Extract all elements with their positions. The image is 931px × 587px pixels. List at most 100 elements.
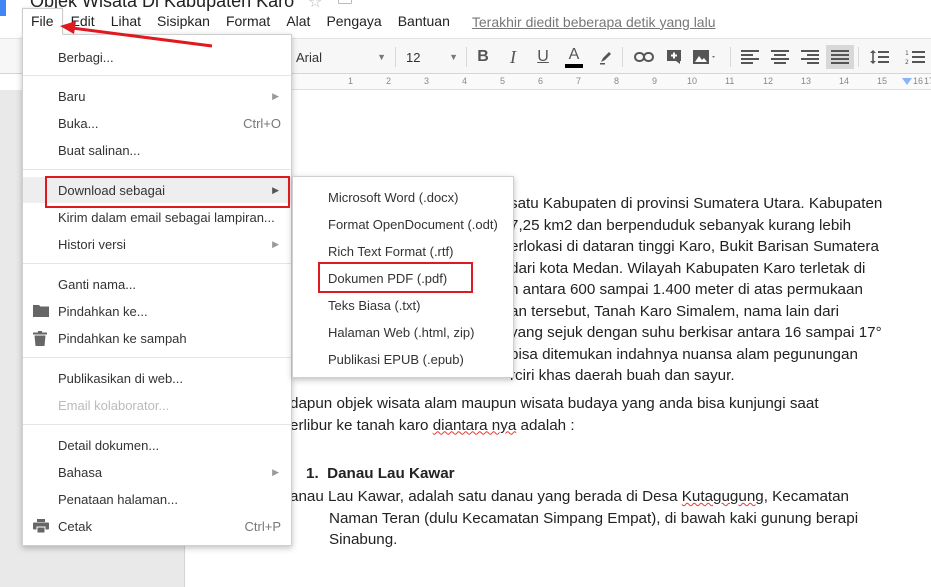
underline-button[interactable]: U — [534, 39, 552, 75]
menu-item-language[interactable]: Bahasa ▶ — [23, 459, 291, 485]
menu-item-move-to[interactable]: Pindahkan ke... — [23, 298, 291, 324]
menu-tools[interactable]: Alat — [278, 9, 318, 34]
font-size-value: 12 — [406, 49, 421, 65]
ruler-tick: 16 — [913, 76, 924, 86]
menu-item-doc-details[interactable]: Detail dokumen... — [23, 432, 291, 458]
bold-button[interactable]: B — [474, 39, 492, 75]
body-paragraph-2[interactable]: dapun objek wisata alam maupun wisata bu… — [290, 393, 906, 436]
link-icon[interactable] — [634, 39, 654, 75]
menu-item-page-setup[interactable]: Penataan halaman... — [23, 486, 291, 512]
menu-edit[interactable]: Edit — [63, 9, 103, 34]
menu-item-label: Buka... — [58, 115, 99, 131]
section-heading[interactable]: 1. Danau Lau Kawar — [306, 465, 455, 482]
menu-help[interactable]: Bantuan — [390, 9, 458, 34]
menu-item-label: Email kolaborator... — [58, 397, 170, 413]
align-justify-icon[interactable] — [826, 45, 854, 69]
menu-item-label: Cetak — [58, 518, 92, 534]
ruler-tick: 12 — [763, 76, 774, 86]
align-center-icon[interactable] — [771, 50, 789, 64]
ruler-tick: 3 — [424, 76, 430, 86]
ruler-tick: 13 — [801, 76, 812, 86]
docs-logo[interactable] — [0, 0, 6, 16]
font-size-select[interactable]: 12 ▼ — [406, 39, 458, 75]
menu-item-email-collaborators: Email kolaborator... — [23, 392, 291, 418]
text-line: 7,25 km2 dan berpenduduk sebanyak kurang… — [510, 216, 852, 234]
menu-insert[interactable]: Sisipkan — [149, 9, 218, 34]
download-rtf[interactable]: Rich Text Format (.rtf) — [293, 238, 513, 264]
download-html[interactable]: Halaman Web (.html, zip) — [293, 319, 513, 345]
ruler-tick: 1 — [348, 76, 354, 86]
trash-icon — [33, 331, 47, 349]
menu-item-print[interactable]: Cetak Ctrl+P — [23, 513, 291, 539]
highlight-box-pdf — [318, 262, 473, 293]
align-right-icon[interactable] — [801, 50, 819, 64]
menu-item-label: Ganti nama... — [58, 276, 137, 292]
download-odt[interactable]: Format OpenDocument (.odt) — [293, 211, 513, 237]
svg-text:2: 2 — [905, 59, 909, 65]
text-line: anau Lau Kawar, adalah satu danau yang b… — [290, 486, 906, 508]
download-docx[interactable]: Microsoft Word (.docx) — [293, 184, 513, 210]
text-run: erlibur ke tanah karo — [290, 416, 433, 434]
menu-item-new[interactable]: Baru ▶ — [23, 83, 291, 109]
text-line: bisa ditemukan indahnya nuansa alam pegu… — [510, 345, 858, 363]
text-color-button[interactable]: A — [564, 39, 584, 75]
text-color-swatch — [565, 63, 583, 68]
menu-file[interactable]: File — [22, 8, 63, 35]
highlight-pen-icon[interactable] — [596, 39, 616, 75]
menu-item-share[interactable]: Berbagi... — [23, 44, 291, 70]
text-color-letter: A — [568, 45, 580, 63]
ruler-tick: 17 — [924, 76, 931, 86]
align-left-icon[interactable] — [741, 50, 759, 64]
menu-item-version-history[interactable]: Histori versi ▶ — [23, 231, 291, 257]
submenu-item-label: Format OpenDocument (.odt) — [328, 216, 498, 232]
text-line: satu Kabupaten di provinsi Sumatera Utar… — [510, 195, 883, 212]
toolbar-divider — [622, 47, 623, 67]
ruler-tick: 4 — [462, 76, 468, 86]
menu-view[interactable]: Lihat — [103, 9, 149, 34]
submenu-arrow-icon: ▶ — [272, 466, 279, 477]
menu-item-make-copy[interactable]: Buat salinan... — [23, 137, 291, 163]
file-menu-dropdown: Berbagi... Baru ▶ Buka... Ctrl+O Buat sali… — [22, 34, 292, 546]
menu-shortcut: Ctrl+P — [244, 518, 281, 534]
add-comment-icon[interactable] — [664, 39, 684, 75]
menu-shortcut: Ctrl+O — [243, 115, 281, 131]
menu-item-publish[interactable]: Publikasikan di web... — [23, 365, 291, 391]
toolbar-divider — [466, 47, 467, 67]
text-line: dari kota Medan. Wilayah Kabupaten Karo … — [510, 259, 866, 277]
body-paragraph-1[interactable]: satu Kabupaten di provinsi Sumatera Utar… — [510, 193, 906, 387]
menu-separator — [23, 263, 291, 264]
menu-item-rename[interactable]: Ganti nama... — [23, 271, 291, 297]
download-epub[interactable]: Publikasi EPUB (.epub) — [293, 346, 513, 372]
ruler-tick: 15 — [877, 76, 888, 86]
menu-format[interactable]: Format — [218, 9, 278, 34]
body-paragraph-3[interactable]: anau Lau Kawar, adalah satu danau yang b… — [290, 486, 906, 551]
misspelled-word[interactable]: diantara nya — [433, 417, 517, 434]
horizontal-ruler[interactable]: 1 2 3 4 5 6 7 8 9 10 11 12 13 14 15 16 1… — [290, 74, 931, 90]
numbered-list-icon[interactable]: 12 — [904, 39, 926, 75]
right-indent-marker[interactable] — [902, 78, 912, 85]
menu-item-open[interactable]: Buka... Ctrl+O — [23, 110, 291, 136]
misspelled-word[interactable]: Kutagugung — [682, 488, 764, 505]
submenu-arrow-icon: ▶ — [272, 238, 279, 249]
font-family-select[interactable]: Arial ▼ — [296, 39, 386, 75]
line-spacing-icon[interactable] — [868, 39, 890, 75]
menu-addons[interactable]: Pengaya — [318, 9, 389, 34]
heading-number: 1. — [306, 465, 319, 482]
italic-button[interactable]: I — [504, 39, 522, 75]
menu-separator — [23, 169, 291, 170]
text-line: Naman Teran (dulu Kecamatan Simpang Empa… — [329, 509, 859, 527]
submenu-item-label: Halaman Web (.html, zip) — [328, 324, 475, 340]
download-txt[interactable]: Teks Biasa (.txt) — [293, 292, 513, 318]
chevron-down-icon: ▼ — [377, 52, 386, 62]
menu-item-move-to-trash[interactable]: Pindahkan ke sampah — [23, 325, 291, 351]
toolbar-divider — [730, 47, 731, 67]
ruler-tick: 11 — [725, 76, 735, 86]
ruler-tick: 2 — [386, 76, 392, 86]
last-edit-link[interactable]: Terakhir diedit beberapa detik yang lalu — [472, 14, 716, 30]
text-line: dapun objek wisata alam maupun wisata bu… — [290, 395, 819, 412]
ruler-tick: 7 — [576, 76, 582, 86]
text-run: anau Lau Kawar, adalah satu danau yang b… — [290, 488, 682, 505]
insert-image-icon[interactable] — [692, 39, 718, 75]
text-line: rciri khas daerah buah dan sayur. — [510, 367, 735, 384]
folder-icon[interactable] — [338, 0, 352, 4]
